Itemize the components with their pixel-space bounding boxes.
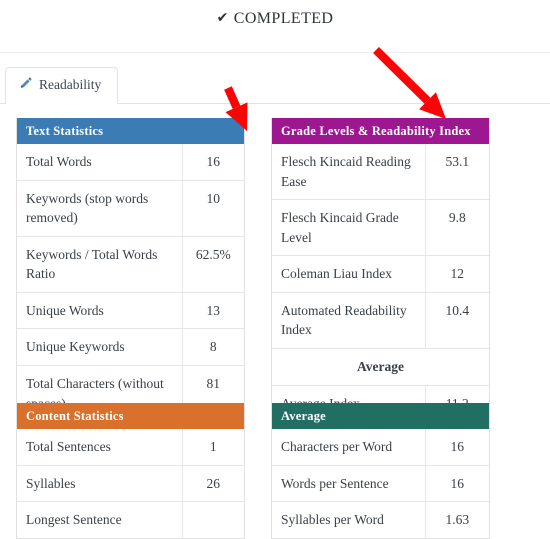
row-label: Longest Sentence — [17, 501, 182, 538]
table-row: Syllables 26 — [17, 464, 244, 502]
row-label: Words per Sentence — [272, 464, 425, 502]
table-row: Total Words 16 — [17, 144, 244, 181]
row-label: Unique Words — [17, 291, 182, 329]
panel-text-statistics: Text Statistics Total Words 16 Keywords … — [16, 118, 245, 423]
table-row: Syllables per Word 1.63 — [272, 501, 489, 538]
tab-readability[interactable]: Readability — [5, 67, 119, 104]
content-statistics-rows: Total Sentences 1 Syllables 26 Longest S… — [17, 429, 244, 538]
check-icon: ✔ — [216, 10, 229, 26]
average-rows: Characters per Word 16 Words per Sentenc… — [272, 429, 489, 538]
row-value: 53.1 — [424, 144, 489, 200]
table-row: Coleman Liau Index 12 — [272, 255, 489, 293]
table-section-row: Average — [272, 347, 489, 385]
row-value: 16 — [181, 144, 244, 181]
table-row: Unique Words 13 — [17, 291, 244, 329]
row-value: 10.4 — [424, 291, 489, 349]
completion-status-banner: ✔ COMPLETED — [0, 0, 550, 28]
panel-text-statistics-title: Text Statistics — [17, 118, 244, 144]
completion-status-label: COMPLETED — [233, 10, 334, 27]
panel-content-statistics: Content Statistics Total Sentences 1 Syl… — [16, 403, 245, 539]
panel-content-statistics-title: Content Statistics — [17, 403, 244, 429]
table-row: Longest Sentence — [17, 501, 244, 538]
row-label: Characters per Word — [281, 439, 393, 454]
row-value: 16 — [424, 464, 489, 502]
tab-readability-label: Readability — [39, 77, 102, 92]
panel-grade-levels-title: Grade Levels & Readability Index — [272, 118, 489, 144]
row-label: Total Sentences — [26, 439, 111, 454]
row-label: Unique Keywords — [17, 328, 182, 366]
table-row: Keywords / Total Words Ratio 62.5% — [17, 235, 244, 293]
table-row: Words per Sentence 16 — [272, 464, 489, 502]
row-value: 26 — [181, 464, 244, 502]
row-label: Flesch Kincaid Grade Level — [272, 199, 425, 256]
row-value: 8 — [181, 328, 244, 366]
row-label: Syllables — [17, 464, 182, 502]
pencil-icon — [19, 77, 32, 94]
row-value: 12 — [424, 255, 489, 293]
section-label: Average — [272, 347, 489, 385]
row-value: 13 — [181, 291, 244, 329]
average-table: Characters per Word 16 Words per Sentenc… — [272, 429, 489, 538]
tab-strip: Readability — [0, 52, 550, 104]
table-row: Automated Readability Index 10.4 — [272, 291, 489, 349]
row-value: 10 — [181, 179, 244, 237]
row-value: 1 — [181, 429, 244, 466]
row-label: Flesch Kincaid Reading Ease — [281, 154, 411, 189]
table-row: Characters per Word 16 — [272, 429, 489, 466]
panel-average-title: Average — [272, 403, 489, 429]
row-label: Keywords / Total Words Ratio — [17, 235, 182, 293]
row-value — [181, 501, 244, 538]
panel-grade-levels: Grade Levels & Readability Index Flesch … — [271, 118, 490, 423]
row-value: 1.63 — [424, 501, 489, 538]
row-value: 62.5% — [181, 235, 244, 293]
grade-levels-table: Flesch Kincaid Reading Ease 53.1 Flesch … — [272, 144, 489, 422]
row-label: Total Words — [26, 154, 92, 169]
table-row: Keywords (stop words removed) 10 — [17, 179, 244, 237]
text-statistics-table: Total Words 16 Keywords (stop words remo… — [17, 144, 244, 422]
table-row: Unique Keywords 8 — [17, 328, 244, 366]
row-label: Coleman Liau Index — [272, 255, 425, 293]
text-statistics-rows: Total Words 16 Keywords (stop words remo… — [17, 144, 244, 422]
grade-levels-rows: Flesch Kincaid Reading Ease 53.1 Flesch … — [272, 144, 489, 422]
row-label: Syllables per Word — [272, 501, 425, 538]
panel-average: Average Characters per Word 16 Words per… — [271, 403, 490, 539]
table-row: Flesch Kincaid Reading Ease 53.1 — [272, 144, 489, 200]
table-row: Flesch Kincaid Grade Level 9.8 — [272, 199, 489, 256]
row-value: 9.8 — [424, 199, 489, 256]
content-statistics-table: Total Sentences 1 Syllables 26 Longest S… — [17, 429, 244, 538]
table-row: Total Sentences 1 — [17, 429, 244, 466]
row-value: 16 — [424, 429, 489, 466]
row-label: Keywords (stop words removed) — [17, 179, 182, 237]
row-label: Automated Readability Index — [272, 291, 425, 349]
